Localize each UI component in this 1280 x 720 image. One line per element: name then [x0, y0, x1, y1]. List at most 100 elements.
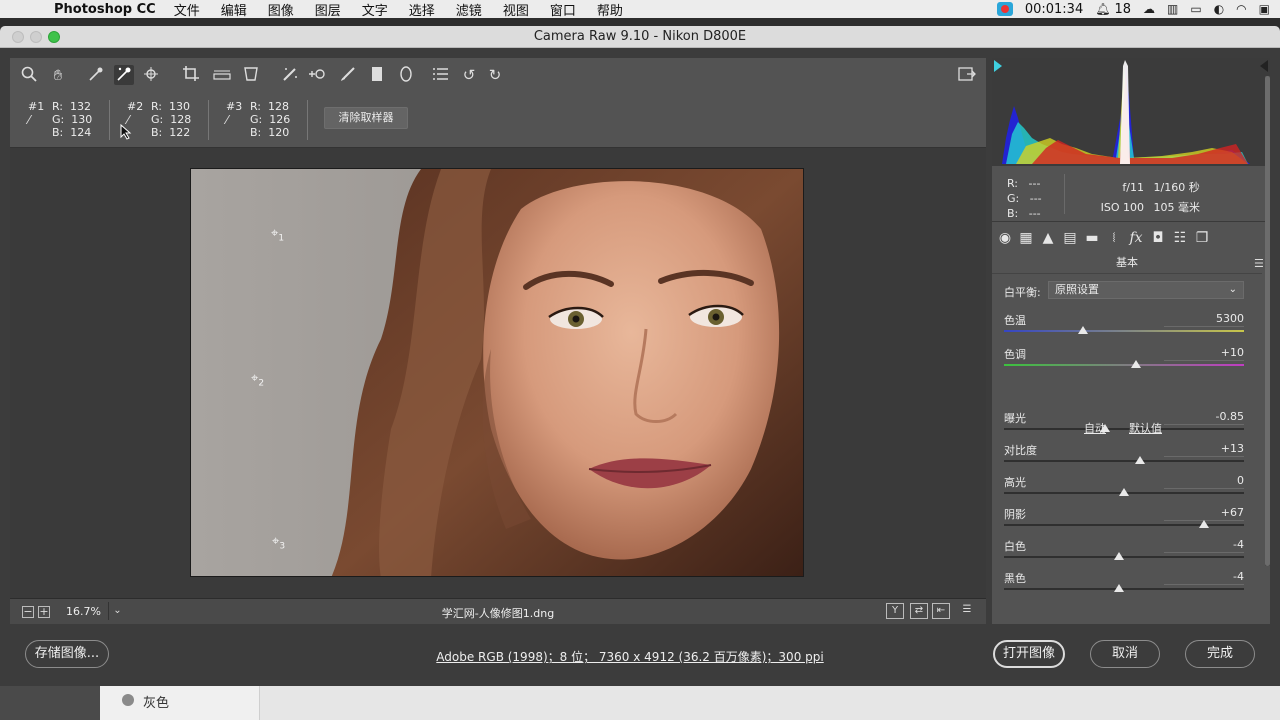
default-button[interactable]: 默认值: [1129, 420, 1162, 436]
recording-time: 00:01:34: [1024, 1, 1084, 17]
eyedropper-icon[interactable]: ⁄: [226, 114, 228, 127]
fullscreen-toggle-icon[interactable]: [957, 65, 977, 85]
sample-point-1[interactable]: ⌖1: [271, 227, 289, 245]
cancel-button[interactable]: 取消: [1090, 640, 1160, 668]
wifi-icon[interactable]: ◠: [1236, 2, 1246, 16]
zoom-tool-icon[interactable]: [19, 65, 39, 85]
auto-button[interactable]: 自动: [1084, 420, 1106, 436]
sampler-number: #1: [28, 100, 45, 113]
straighten-tool-icon[interactable]: [212, 65, 232, 85]
temperature-slider-thumb[interactable]: [1078, 326, 1088, 334]
shadows-slider-thumb[interactable]: [1199, 520, 1209, 528]
contrast-slider-thumb[interactable]: [1135, 456, 1145, 464]
panel-scrollbar[interactable]: [1265, 76, 1270, 566]
detail-tab-icon[interactable]: ▲: [1039, 229, 1057, 247]
view-settings-icon[interactable]: ☰: [958, 603, 976, 619]
screen-recorder-icon[interactable]: [996, 2, 1013, 16]
clear-samplers-button[interactable]: 清除取样器: [324, 107, 408, 129]
shadow-clipping-icon: [994, 60, 1002, 72]
display-icon[interactable]: ▣: [1259, 2, 1270, 16]
menu-type[interactable]: 文字: [362, 0, 388, 19]
open-image-button[interactable]: 打开图像: [993, 640, 1065, 668]
temperature-slider[interactable]: [1004, 330, 1244, 332]
effects-tab-icon[interactable]: fx: [1127, 229, 1145, 247]
snapshots-tab-icon[interactable]: ❐: [1193, 229, 1211, 247]
menu-help[interactable]: 帮助: [597, 0, 623, 19]
menu-window[interactable]: 窗口: [550, 0, 576, 19]
menu-select[interactable]: 选择: [409, 0, 435, 19]
split-toning-tab-icon[interactable]: ▬: [1083, 229, 1101, 247]
exposure-slider[interactable]: [1004, 428, 1244, 430]
contrast-slider[interactable]: [1004, 460, 1244, 462]
highlights-value-field[interactable]: 0: [1164, 474, 1244, 489]
graduated-filter-icon[interactable]: [367, 65, 387, 85]
before-after-toggle-icon[interactable]: Y: [886, 603, 904, 619]
blacks-slider-thumb[interactable]: [1114, 584, 1124, 592]
exif-info: f/11 1/160 秒 ISO 100 105 毫米: [1092, 178, 1200, 218]
basic-panel: 白平衡: 原照设置 ⌄ 色温 5300 色调 +10 曝光 -0.85 对比度 +13 高光 0 阴…: [992, 274, 1257, 624]
eyedropper-icon[interactable]: ⁄: [28, 114, 30, 127]
shadows-value-field[interactable]: +67: [1164, 506, 1244, 521]
tint-slider-thumb[interactable]: [1131, 360, 1141, 368]
notification-bell-icon[interactable]: 🔔︎: [1095, 2, 1110, 16]
menu-file[interactable]: 文件: [174, 0, 200, 19]
whites-value-field[interactable]: -4: [1164, 538, 1244, 553]
tint-value-field[interactable]: +10: [1164, 346, 1244, 361]
transform-tool-icon[interactable]: [241, 65, 261, 85]
image-canvas[interactable]: ⌖1 ⌖2 ⌖3: [10, 148, 986, 624]
exposure-value-field[interactable]: -0.85: [1164, 410, 1244, 425]
adjustment-brush-icon[interactable]: [338, 65, 358, 85]
hsl-tab-icon[interactable]: ▤: [1061, 229, 1079, 247]
blacks-slider[interactable]: [1004, 588, 1244, 590]
menu-image[interactable]: 图像: [268, 0, 294, 19]
panel-menu-icon[interactable]: ☰: [1254, 257, 1264, 270]
menu-edit[interactable]: 编辑: [221, 0, 247, 19]
whites-slider-thumb[interactable]: [1114, 552, 1124, 560]
red-eye-removal-tool-icon[interactable]: [308, 65, 328, 85]
rotate-counterclockwise-icon[interactable]: ↺: [459, 65, 479, 85]
white-balance-tool-icon[interactable]: [86, 65, 106, 85]
temperature-value-field[interactable]: 5300: [1164, 312, 1244, 327]
sampler-rgb: R: 130 G: 128 B: 122: [151, 100, 192, 139]
swap-settings-icon[interactable]: ⇄: [910, 603, 928, 619]
copy-settings-icon[interactable]: ⇤: [932, 603, 950, 619]
sample-point-3[interactable]: ⌖3: [272, 535, 290, 553]
presets-tab-icon[interactable]: ☷: [1171, 229, 1189, 247]
hand-tool-icon[interactable]: ✋︎: [48, 65, 68, 85]
rotate-clockwise-icon[interactable]: ↻: [485, 65, 505, 85]
menu-view[interactable]: 视图: [503, 0, 529, 19]
cast-icon[interactable]: ▭: [1190, 2, 1201, 16]
rgb-readout: R: --- G: --- B: ---: [1007, 177, 1042, 220]
whites-slider[interactable]: [1004, 556, 1244, 558]
sidebar-icon[interactable]: ▥: [1167, 2, 1178, 16]
sample-point-label: 2: [258, 378, 265, 389]
menu-bar: Photoshop CC 文件 编辑 图像 图层 文字 选择 滤镜 视图 窗口 …: [0, 0, 1280, 19]
basic-tab-icon[interactable]: ◉: [996, 229, 1014, 247]
tool-bar: ✋︎ ↺ ↻: [10, 58, 986, 92]
scrollbar-thumb[interactable]: [1265, 76, 1270, 566]
white-balance-select[interactable]: 原照设置 ⌄: [1048, 281, 1244, 299]
done-button[interactable]: 完成: [1185, 640, 1255, 668]
crop-tool-icon[interactable]: [181, 65, 201, 85]
contrast-value-field[interactable]: +13: [1164, 442, 1244, 457]
camera-calibration-tab-icon[interactable]: ◘: [1149, 229, 1167, 247]
portrait-photo[interactable]: ⌖1 ⌖2 ⌖3: [190, 168, 804, 577]
sample-point-2[interactable]: ⌖2: [251, 372, 269, 390]
color-sampler-tool-icon[interactable]: [114, 65, 134, 85]
highlights-slider-thumb[interactable]: [1119, 488, 1129, 496]
radial-filter-icon[interactable]: [396, 65, 416, 85]
toggle-icon[interactable]: ◐: [1214, 2, 1224, 16]
workflow-options-link[interactable]: Adobe RGB (1998)；8 位； 7360 x 4912 (36.2 …: [0, 648, 1280, 665]
targeted-adjustment-tool-icon[interactable]: [143, 65, 163, 85]
blacks-value-field[interactable]: -4: [1164, 570, 1244, 585]
menu-filter[interactable]: 滤镜: [456, 0, 482, 19]
tone-curve-tab-icon[interactable]: ▦: [1017, 229, 1035, 247]
cloud-sync-icon[interactable]: ☁: [1143, 2, 1155, 16]
tint-slider[interactable]: [1004, 364, 1244, 366]
iso: ISO 100: [1100, 201, 1144, 214]
spot-removal-tool-icon[interactable]: [280, 65, 300, 85]
lens-corrections-tab-icon[interactable]: ⧙: [1105, 229, 1123, 247]
app-menu[interactable]: Photoshop CC: [54, 2, 156, 17]
preferences-icon[interactable]: [431, 65, 451, 85]
menu-layer[interactable]: 图层: [315, 0, 341, 19]
